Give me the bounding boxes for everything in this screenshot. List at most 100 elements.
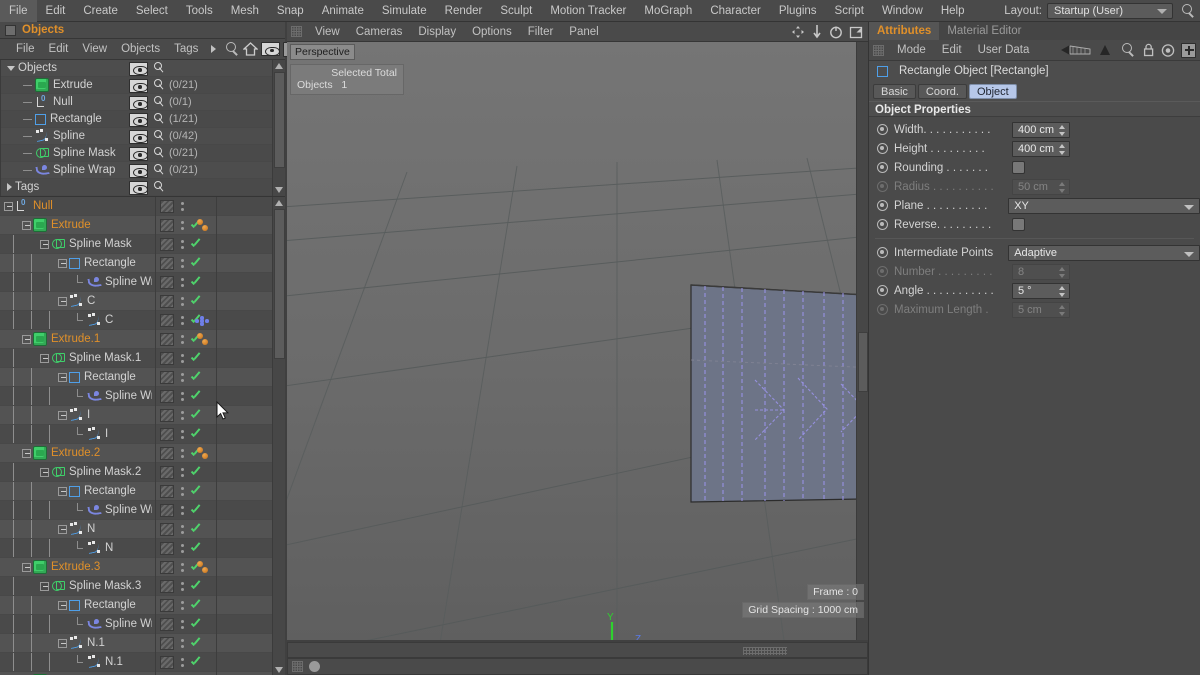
object-tree-scrollbar[interactable] [272,197,285,675]
tree-tag-column[interactable] [155,425,217,444]
dolly-camera-icon[interactable] [811,24,823,39]
tree-row[interactable]: N [0,520,272,539]
tree-row[interactable]: Spline Mask [0,235,272,254]
checkmark-icon[interactable] [190,619,201,630]
tree-tag-column[interactable] [155,634,217,653]
tree-row[interactable]: Extrude.3 [0,558,272,577]
tree-tag-column[interactable] [155,463,217,482]
layer-color-swatch[interactable] [160,333,174,346]
tree-row[interactable]: Null [0,197,272,216]
tree-tag-column[interactable] [155,577,217,596]
menu-plugins[interactable]: Plugins [770,0,826,22]
tree-row[interactable]: Spline Wrap.1 [0,387,272,406]
filter-search-icon[interactable] [153,147,166,160]
attr-menu-mode[interactable]: Mode [889,40,934,61]
expand-collapse-icon[interactable] [40,467,49,477]
om-row[interactable]: Null (0/1) [1,94,285,111]
target-icon[interactable] [1161,43,1175,57]
layer-color-swatch[interactable] [160,504,174,517]
mode-tab-coord[interactable]: Coord. [917,83,967,99]
layer-color-swatch[interactable] [160,561,174,574]
layer-color-swatch[interactable] [160,390,174,403]
layer-color-swatch[interactable] [160,238,174,251]
menu-sculpt[interactable]: Sculpt [491,0,541,22]
enable-toggle-dots-icon[interactable] [180,656,185,669]
enable-toggle-dots-icon[interactable] [180,333,185,346]
layer-color-swatch[interactable] [160,352,174,365]
enable-toggle-dots-icon[interactable] [180,238,185,251]
viewport-canvas[interactable]: Y Z X Perspective Selected Total Objects… [287,42,868,640]
phong-tag-icon[interactable] [197,447,211,461]
layout-dropdown[interactable]: Startup (User) [1047,2,1173,19]
tree-row[interactable]: N.1 [0,634,272,653]
enable-toggle-dots-icon[interactable] [180,257,185,270]
layer-color-swatch[interactable] [160,599,174,612]
om-row[interactable]: Spline Mask (0/21) [1,145,285,162]
enable-toggle-dots-icon[interactable] [180,428,185,441]
layer-color-swatch[interactable] [160,523,174,536]
expand-collapse-icon[interactable] [22,562,31,572]
tree-row[interactable]: Spline Mask.3 [0,577,272,596]
menu-character[interactable]: Character [701,0,770,22]
timeline-grip-icon[interactable] [743,647,787,655]
enable-toggle-dots-icon[interactable] [180,561,185,574]
om-row[interactable]: Tags [1,179,285,196]
checkmark-icon[interactable] [190,581,201,592]
layer-color-swatch[interactable] [160,618,174,631]
visibility-eye-icon[interactable] [129,95,148,110]
tree-row[interactable]: I [0,425,272,444]
move-camera-icon[interactable] [791,25,805,39]
stepper-arrows-icon[interactable] [1059,266,1066,279]
tree-tag-column[interactable] [155,273,217,292]
input-width[interactable]: 400 cm [1012,121,1070,138]
checkmark-icon[interactable] [190,600,201,611]
tree-row[interactable]: Rectangle [0,482,272,501]
drag-grip-icon[interactable] [291,26,302,37]
property-toggle-radio[interactable] [877,162,888,173]
tree-row[interactable]: Rectangle [0,254,272,273]
layer-color-swatch[interactable] [160,637,174,650]
om-menu-file[interactable]: File [9,39,42,60]
attr-menu-edit[interactable]: Edit [934,40,970,61]
filter-search-icon[interactable] [153,79,166,92]
viewport-camera-label[interactable]: Perspective [290,44,355,60]
drag-grip-icon[interactable] [873,44,884,56]
layer-color-swatch[interactable] [160,656,174,669]
expand-collapse-icon[interactable] [58,524,67,534]
property-toggle-radio[interactable] [877,200,888,211]
panel-menu-icon[interactable] [5,24,16,36]
scroll-down-icon[interactable] [275,187,283,193]
enable-toggle-dots-icon[interactable] [180,371,185,384]
visibility-eye-icon[interactable] [129,78,148,93]
filter-search-icon[interactable] [153,130,166,143]
search-icon[interactable] [224,41,240,57]
expand-collapse-icon[interactable] [22,334,31,344]
checkmark-icon[interactable] [190,543,201,554]
tree-tag-column[interactable] [155,235,217,254]
input-height[interactable]: 400 cm [1012,140,1070,157]
checkmark-icon[interactable] [190,258,201,269]
expand-collapse-icon[interactable] [58,372,67,382]
timeline-bar[interactable] [287,642,868,658]
checkmark-icon[interactable] [190,657,201,668]
tree-row[interactable]: Extrude [0,216,272,235]
menu-mograph[interactable]: MoGraph [635,0,701,22]
enable-toggle-dots-icon[interactable] [180,314,185,327]
tab-attributes[interactable]: Attributes [869,22,940,40]
viewport-scrollbar[interactable] [856,42,868,640]
lock-icon[interactable] [1142,43,1155,57]
vp-menu-filter[interactable]: Filter [520,22,562,42]
scroll-thumb[interactable] [274,209,285,359]
checkmark-icon[interactable] [190,638,201,649]
enable-toggle-dots-icon[interactable] [180,618,185,631]
checkmark-icon[interactable] [190,277,201,288]
maximize-viewport-icon[interactable] [849,25,863,39]
visibility-eye-icon[interactable] [129,61,148,76]
om-row[interactable]: Spline (0/42) [1,128,285,145]
filter-search-icon[interactable] [153,113,166,126]
om-row[interactable]: Objects [1,60,285,77]
enable-toggle-dots-icon[interactable] [180,599,185,612]
tree-row[interactable]: Spline Wrap.3 [0,615,272,634]
layer-color-swatch[interactable] [160,314,174,327]
tree-tag-column[interactable] [155,539,217,558]
